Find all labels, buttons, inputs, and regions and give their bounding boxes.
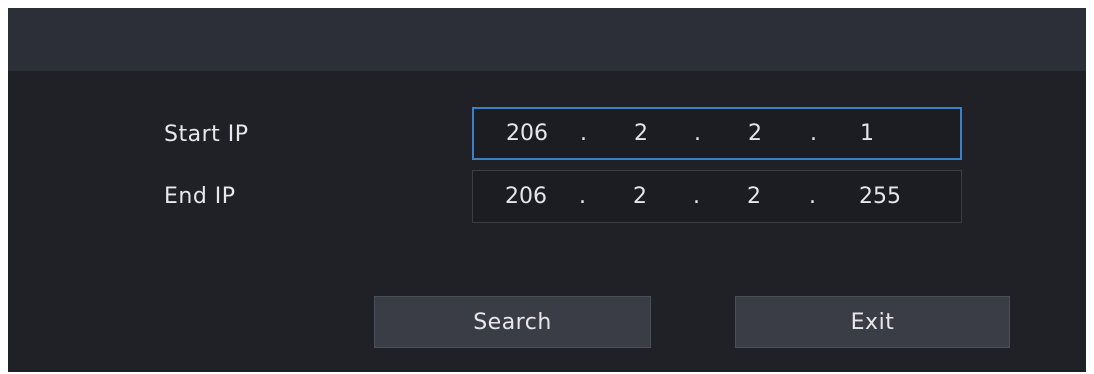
start-ip-separator-2: .	[694, 120, 701, 146]
end-ip-octet-1[interactable]: 206	[505, 185, 547, 208]
end-ip-octet-4[interactable]: 255	[859, 185, 901, 208]
start-ip-separator-3: .	[810, 120, 817, 146]
start-ip-octet-4[interactable]: 1	[860, 122, 874, 145]
end-ip-octet-2[interactable]: 2	[633, 185, 647, 208]
start-ip-octet-2[interactable]: 2	[634, 122, 648, 145]
end-ip-field[interactable]: 206 . 2 . 2 . 255	[472, 170, 962, 223]
start-ip-octet-1[interactable]: 206	[506, 122, 548, 145]
end-ip-octet-3[interactable]: 2	[747, 185, 761, 208]
search-button[interactable]: Search	[374, 296, 651, 348]
end-ip-separator-3: .	[809, 183, 816, 209]
exit-button[interactable]: Exit	[735, 296, 1010, 348]
end-ip-label: End IP	[164, 184, 236, 209]
dialog-header	[8, 8, 1086, 71]
end-ip-separator-2: .	[693, 183, 700, 209]
start-ip-field[interactable]: 206 . 2 . 2 . 1	[472, 107, 962, 160]
start-ip-octet-3[interactable]: 2	[748, 122, 762, 145]
start-ip-label: Start IP	[164, 122, 249, 147]
ip-search-dialog: Start IP 206 . 2 . 2 . 1 End IP 206 . 2 …	[8, 8, 1086, 372]
end-ip-separator-1: .	[579, 183, 586, 209]
start-ip-separator-1: .	[580, 120, 587, 146]
